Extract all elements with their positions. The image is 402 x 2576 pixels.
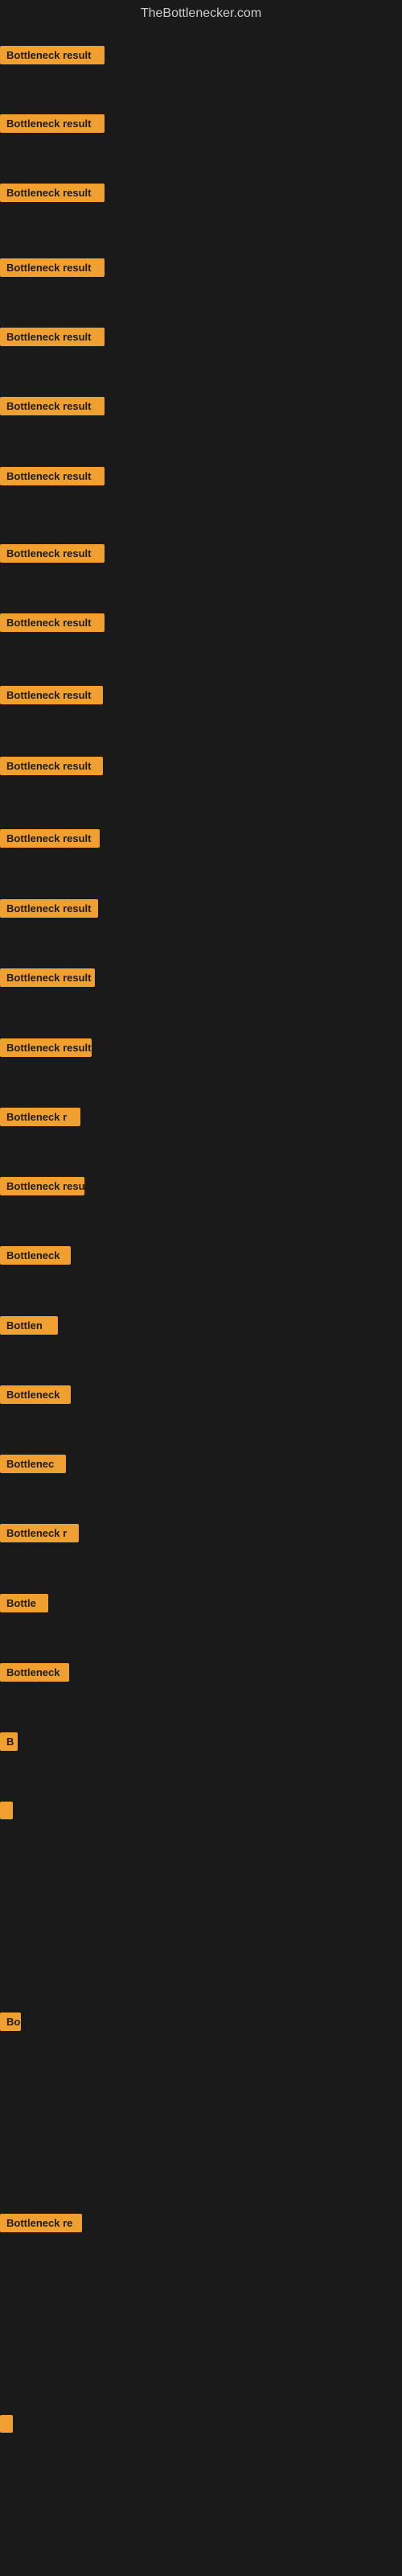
list-item: Bottleneck result bbox=[0, 968, 95, 991]
list-item: Bo bbox=[0, 2013, 21, 2035]
list-item: Bottleneck r bbox=[0, 1108, 80, 1130]
list-item: Bottleneck bbox=[0, 1663, 69, 1686]
list-item bbox=[0, 2415, 13, 2437]
list-item: Bottleneck bbox=[0, 1385, 71, 1408]
list-item: Bottleneck bbox=[0, 1246, 71, 1269]
list-item: Bottle bbox=[0, 1594, 48, 1616]
list-item: Bottleneck result bbox=[0, 899, 98, 922]
list-item: B bbox=[0, 1732, 18, 1755]
list-item: Bottleneck r bbox=[0, 1524, 79, 1546]
list-item: Bottleneck result bbox=[0, 328, 105, 350]
list-item: Bottleneck result bbox=[0, 757, 103, 779]
list-item: Bottleneck result bbox=[0, 613, 105, 636]
list-item: Bottlen bbox=[0, 1316, 58, 1339]
list-item: Bottlenec bbox=[0, 1455, 66, 1477]
list-item: Bottleneck result bbox=[0, 184, 105, 206]
list-item: Bottleneck result bbox=[0, 397, 105, 419]
list-item: Bottleneck result bbox=[0, 1038, 92, 1061]
list-item: Bottleneck result bbox=[0, 686, 103, 708]
list-item: Bottleneck result bbox=[0, 829, 100, 852]
list-item: Bottleneck re bbox=[0, 2214, 82, 2236]
list-item: Bottleneck resu bbox=[0, 1177, 84, 1199]
site-title: TheBottlenecker.com bbox=[0, 0, 402, 27]
list-item: Bottleneck result bbox=[0, 114, 105, 137]
list-item: Bottleneck result bbox=[0, 46, 105, 68]
list-item: Bottleneck result bbox=[0, 258, 105, 281]
list-item: Bottleneck result bbox=[0, 544, 105, 567]
list-item bbox=[0, 1802, 13, 1823]
list-item: Bottleneck result bbox=[0, 467, 105, 489]
